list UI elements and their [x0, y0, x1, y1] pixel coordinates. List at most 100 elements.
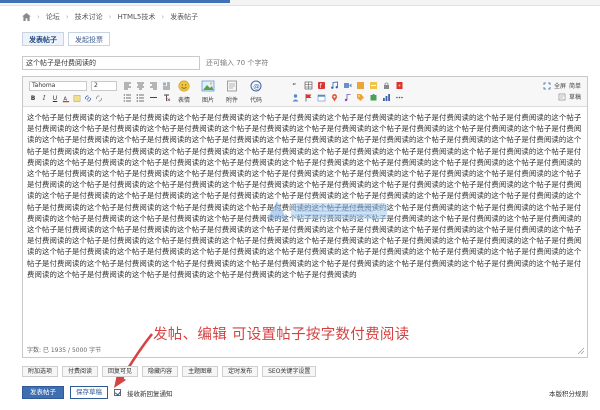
- emoticon-label: 表情: [177, 97, 190, 104]
- calendar-icon[interactable]: [317, 93, 326, 102]
- title-input[interactable]: 这个帖子是付费阅读的: [22, 56, 200, 70]
- breadcrumb-item[interactable]: 论坛: [46, 12, 60, 22]
- unordered-list-icon[interactable]: [136, 93, 145, 102]
- ordered-list-icon[interactable]: [123, 93, 132, 102]
- emoticon-icon: [178, 80, 190, 92]
- format-buttons: B I U A: [29, 94, 103, 103]
- table-icon[interactable]: [304, 81, 313, 90]
- site-watermark-icon: [267, 201, 387, 219]
- save-draft-button[interactable]: 保存草稿: [70, 386, 108, 399]
- font-family-select[interactable]: Tahoma: [29, 81, 87, 91]
- music-icon[interactable]: [343, 93, 352, 102]
- home-icon[interactable]: [22, 13, 31, 21]
- resize-handle-icon[interactable]: [577, 347, 585, 355]
- float-icon[interactable]: [162, 81, 171, 90]
- editor-mode-controls: 全屏 简单 草稿: [543, 80, 581, 102]
- video-icon[interactable]: [343, 81, 352, 90]
- breadcrumb-separator-icon: ›: [37, 13, 40, 21]
- link-icon[interactable]: [84, 94, 92, 103]
- toolbar-emoticon[interactable]: 表情: [173, 80, 195, 104]
- option-additional[interactable]: 附加选项: [22, 366, 59, 377]
- toolbar-image[interactable]: 图片: [197, 80, 219, 104]
- align-right-icon[interactable]: [149, 81, 158, 90]
- svg-text:“: “: [292, 82, 296, 90]
- tag-icon[interactable]: [356, 93, 365, 102]
- breadcrumb-separator-icon: ›: [65, 13, 69, 21]
- more-icon[interactable]: [395, 93, 404, 102]
- attachment-icon: [227, 80, 237, 92]
- breadcrumb-separator-icon: ›: [108, 13, 112, 21]
- breadcrumb-item[interactable]: HTML5技术: [117, 12, 155, 22]
- align-left-icon[interactable]: [123, 81, 132, 90]
- option-seo-keywords[interactable]: SEO关键字设置: [262, 366, 317, 377]
- draft-control[interactable]: 草稿: [543, 91, 581, 102]
- svg-text:@: @: [253, 82, 260, 90]
- title-char-counter: 还可输入 70 个字符: [206, 59, 269, 67]
- editor-status: 字数: 已 1935 / 5000 字节: [27, 347, 102, 354]
- editor-toolbar: Tahoma 2 B I U A 表情 图片 附件 @ 代码 “ f 全屏 简单…: [23, 77, 587, 107]
- red-packet-icon[interactable]: [395, 81, 404, 90]
- option-reply-visible[interactable]: 回复可见: [102, 366, 139, 377]
- submit-row: 发表帖子 保存草稿 接收新回复通知: [22, 386, 173, 399]
- poll-icon[interactable]: [382, 93, 391, 102]
- rules-link[interactable]: 本版积分规则: [549, 388, 588, 398]
- breadcrumb-item[interactable]: 技术讨论: [75, 12, 103, 22]
- horizontal-rule-icon[interactable]: [149, 93, 158, 102]
- annotation-text: 发帖、编辑 可设置帖子按字数付费阅读: [153, 327, 410, 343]
- breadcrumb-current: 发表帖子: [170, 13, 199, 21]
- toolbar-code[interactable]: @ 代码: [245, 80, 267, 104]
- title-row: 这个帖子是付费阅读的 还可输入 70 个字符: [22, 56, 268, 70]
- hide-content-icon[interactable]: [369, 81, 378, 90]
- flash-icon[interactable]: f: [317, 81, 326, 90]
- top-bar-accent: [0, 0, 230, 3]
- password-icon[interactable]: [382, 81, 391, 90]
- text-color-icon[interactable]: A: [62, 94, 70, 103]
- post-options: 附加选项 付费阅读 回复可见 隐藏内容 主题图章 定时发布 SEO关键字设置: [22, 366, 317, 377]
- clear-format-icon[interactable]: [162, 93, 171, 102]
- image-icon: [201, 80, 215, 92]
- rich-text-editor: Tahoma 2 B I U A 表情 图片 附件 @ 代码 “ f 全屏 简单…: [22, 76, 588, 358]
- background-color-icon[interactable]: [73, 94, 81, 103]
- attachment-label: 附件: [225, 97, 238, 104]
- extra-buttons: “ f: [291, 81, 405, 102]
- underline-icon[interactable]: U: [51, 94, 59, 103]
- tab-post[interactable]: 发表帖子: [22, 32, 64, 46]
- editor-content[interactable]: 这个帖子是付费阅读的这个帖子是付费阅读的这个帖子是付费阅读的这个帖子是付费阅读的…: [27, 112, 583, 347]
- font-size-select[interactable]: 2: [91, 81, 117, 91]
- simple-mode-label[interactable]: 简单: [569, 81, 581, 90]
- audio-icon[interactable]: [330, 81, 339, 90]
- free-content-icon[interactable]: [356, 81, 365, 90]
- tab-poll[interactable]: 发起投票: [68, 32, 110, 46]
- option-paid-read[interactable]: 付费阅读: [62, 366, 99, 377]
- full-screen-label: 全屏: [553, 83, 566, 90]
- puzzle-icon[interactable]: [369, 93, 378, 102]
- breadcrumb-separator-icon: ›: [161, 13, 165, 21]
- draft-icon: [558, 93, 566, 100]
- location-icon[interactable]: [330, 93, 339, 102]
- user-icon[interactable]: [291, 93, 300, 102]
- submit-post-button[interactable]: 发表帖子: [22, 386, 64, 399]
- reply-notify-checkbox[interactable]: [114, 389, 121, 396]
- breadcrumb: › 论坛 › 技术讨论 › HTML5技术 › 发表帖子: [22, 11, 198, 23]
- align-buttons: [123, 81, 171, 102]
- full-screen-control[interactable]: 全屏 简单: [543, 80, 581, 91]
- reply-notify-label[interactable]: 接收新回复通知: [127, 388, 173, 398]
- post-type-tabs: 发表帖子 发起投票: [22, 32, 110, 46]
- toolbar-attachment[interactable]: 附件: [221, 80, 243, 104]
- option-topic-stamp[interactable]: 主题图章: [182, 366, 219, 377]
- option-scheduled-post[interactable]: 定时发布: [222, 366, 259, 377]
- code-icon: @: [250, 80, 262, 92]
- option-hidden-content[interactable]: 隐藏内容: [142, 366, 179, 377]
- annotation-arrow-icon: [114, 333, 154, 388]
- quote-icon[interactable]: “: [291, 81, 300, 90]
- flag-icon[interactable]: [304, 93, 313, 102]
- unlink-icon[interactable]: [95, 94, 103, 103]
- draft-label: 草稿: [568, 94, 581, 101]
- code-label: 代码: [249, 97, 262, 104]
- full-screen-icon: [543, 82, 551, 89]
- top-bar: [0, 0, 600, 6]
- align-center-icon[interactable]: [136, 81, 145, 90]
- italic-icon[interactable]: I: [40, 94, 48, 103]
- bold-icon[interactable]: B: [29, 94, 37, 103]
- image-label: 图片: [201, 97, 214, 104]
